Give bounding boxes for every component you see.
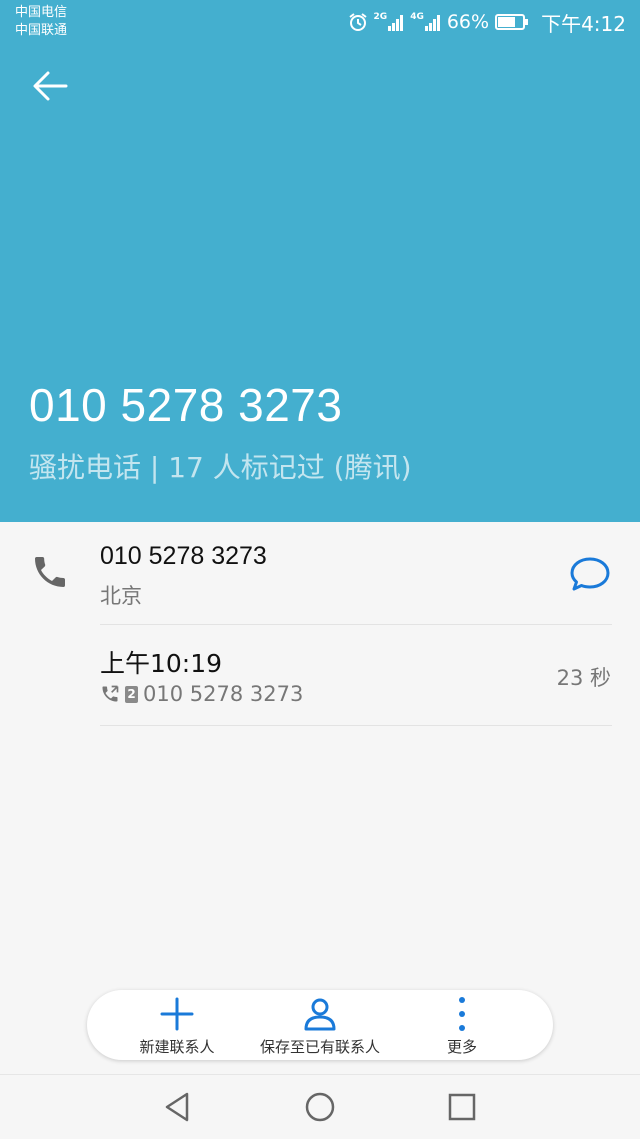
nav-back-button[interactable] — [160, 1089, 196, 1125]
phone-number-title: 010 5278 3273 — [29, 379, 343, 431]
call-time: 上午10:19 — [100, 649, 223, 678]
more-vertical-icon — [459, 997, 465, 1031]
call-number: 010 5278 3273 — [143, 682, 304, 706]
network-type-1: 2G — [373, 12, 388, 22]
contact-header: 中国电信 中国联通 2G 4G 66% 下午4:12 010 5278 3273… — [0, 0, 640, 522]
carrier-1: 中国电信 — [15, 5, 68, 20]
phone-icon — [35, 557, 65, 587]
contact-number[interactable]: 010 5278 3273 — [100, 542, 267, 571]
status-bar: 中国电信 中国联通 2G 4G 66% 下午4:12 — [0, 0, 640, 44]
system-nav-bar — [0, 1074, 640, 1139]
action-bar: 新建联系人 保存至已有联系人 更多 — [87, 990, 553, 1060]
call-detail: 2 010 5278 3273 — [100, 682, 303, 706]
carrier-2: 中国联通 — [15, 23, 68, 38]
square-recents-icon — [448, 1093, 476, 1121]
status-icons: 2G 4G 66% 下午4:12 — [348, 8, 626, 36]
clock: 下午4:12 — [541, 11, 626, 36]
outgoing-call-icon — [102, 685, 119, 702]
more-button[interactable]: 更多 — [422, 990, 502, 1060]
signal-2: 4G — [410, 13, 441, 31]
signal-bars-icon — [388, 15, 404, 31]
alarm-icon — [348, 13, 367, 31]
nav-recents-button[interactable] — [444, 1089, 480, 1125]
divider — [100, 624, 612, 625]
message-icon — [570, 557, 610, 591]
battery-percent: 66% — [446, 11, 490, 33]
contact-location: 北京 — [100, 584, 142, 608]
call-duration: 23 秒 — [556, 666, 611, 690]
back-button[interactable] — [28, 66, 72, 106]
plus-icon — [160, 997, 194, 1031]
more-label: 更多 — [446, 1038, 477, 1056]
carrier-labels: 中国电信 中国联通 — [15, 4, 67, 40]
save-existing-button[interactable]: 保存至已有联系人 — [250, 990, 390, 1060]
call-button[interactable] — [30, 552, 70, 592]
network-type-2: 4G — [410, 12, 424, 22]
person-icon — [304, 998, 336, 1031]
signal-1: 2G — [374, 13, 405, 31]
circle-home-icon — [305, 1092, 335, 1122]
arrow-left-icon — [33, 71, 68, 101]
signal-bars-icon — [424, 15, 440, 31]
spam-tag-line: 骚扰电话 | 17 人标记过 (腾讯) — [29, 451, 412, 484]
new-contact-button[interactable]: 新建联系人 — [117, 990, 237, 1060]
divider — [100, 725, 612, 726]
sim-badge: 2 — [125, 685, 138, 703]
nav-home-button[interactable] — [302, 1089, 338, 1125]
save-existing-label: 保存至已有联系人 — [259, 1038, 380, 1056]
new-contact-label: 新建联系人 — [139, 1038, 215, 1056]
battery-icon — [495, 14, 529, 30]
triangle-back-icon — [165, 1092, 189, 1122]
message-button[interactable] — [568, 554, 612, 594]
